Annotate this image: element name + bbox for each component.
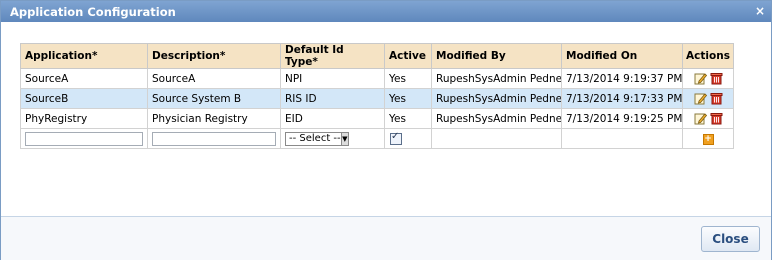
cell-modified-on: 7/13/2014 9:17:33 PM — [561, 88, 683, 109]
default-id-type-select[interactable]: -- Select -- ▼ — [285, 131, 349, 146]
cell-default-id-type: RIS ID — [280, 88, 385, 109]
delete-icon[interactable] — [710, 92, 723, 105]
close-icon[interactable]: × — [755, 4, 765, 18]
cell-actions — [682, 108, 734, 129]
table-row[interactable]: SourceA SourceA NPI Yes RupeshSysAdmin P… — [20, 68, 734, 89]
cell-application: PhyRegistry — [20, 108, 148, 129]
cell-modified-on: 7/13/2014 9:19:25 PM — [561, 108, 683, 129]
cell-description: Physician Registry — [147, 108, 281, 129]
application-input[interactable] — [25, 131, 143, 146]
cell-active: Yes — [384, 108, 432, 129]
cell-modified-by: RupeshSysAdmin Pednekar — [431, 68, 562, 89]
cell-default-id-type: NPI — [280, 68, 385, 89]
chevron-down-icon[interactable]: ▼ — [340, 132, 348, 145]
cell-modified-by: RupeshSysAdmin Pednekar — [431, 108, 562, 129]
cell-new-active — [384, 128, 432, 149]
description-input[interactable] — [152, 131, 276, 146]
cell-new-id-type: -- Select -- ▼ — [280, 128, 385, 149]
column-header-application[interactable]: Application* — [20, 43, 148, 69]
column-header-description[interactable]: Description* — [147, 43, 281, 69]
dialog-title: Application Configuration — [10, 5, 176, 19]
application-configuration-dialog: Application Configuration × Application*… — [0, 0, 772, 260]
cell-application: SourceB — [20, 88, 148, 109]
table-header-row: Application* Description* Default Id Typ… — [20, 43, 734, 69]
active-checkbox[interactable] — [390, 131, 402, 145]
delete-icon[interactable] — [710, 112, 723, 125]
cell-new-modified-by — [431, 128, 562, 149]
cell-actions — [682, 88, 734, 109]
cell-active: Yes — [384, 88, 432, 109]
cell-actions — [682, 68, 734, 89]
cell-new-actions: + — [682, 128, 734, 149]
cell-new-description — [147, 128, 281, 149]
edit-icon[interactable] — [694, 92, 707, 105]
delete-icon[interactable] — [710, 72, 723, 85]
add-icon[interactable]: + — [702, 134, 714, 145]
table-row[interactable]: SourceB Source System B RIS ID Yes Rupes… — [20, 88, 734, 109]
cell-active: Yes — [384, 68, 432, 89]
cell-modified-by: RupeshSysAdmin Pednekar — [431, 88, 562, 109]
close-button[interactable]: Close — [701, 226, 760, 252]
column-header-modified-on[interactable]: Modified On — [561, 43, 683, 69]
configuration-grid: Application* Description* Default Id Typ… — [20, 43, 734, 149]
cell-default-id-type: EID — [280, 108, 385, 129]
column-header-actions: Actions — [682, 43, 734, 69]
cell-new-modified-on — [561, 128, 683, 149]
select-value: -- Select -- — [289, 133, 341, 144]
column-header-default-id-type[interactable]: Default Id Type* — [280, 43, 385, 69]
cell-description: Source System B — [147, 88, 281, 109]
cell-application: SourceA — [20, 68, 148, 89]
cell-description: SourceA — [147, 68, 281, 89]
new-entry-row: -- Select -- ▼ + — [20, 128, 734, 149]
cell-new-application — [20, 128, 148, 149]
edit-icon[interactable] — [694, 72, 707, 85]
column-header-active[interactable]: Active — [384, 43, 432, 69]
table-row[interactable]: PhyRegistry Physician Registry EID Yes R… — [20, 108, 734, 129]
column-header-modified-by[interactable]: Modified By — [431, 43, 562, 69]
dialog-footer — [1, 216, 771, 260]
cell-modified-on: 7/13/2014 9:19:37 PM — [561, 68, 683, 89]
configuration-table: Application* Description* Default Id Typ… — [20, 43, 734, 149]
edit-icon[interactable] — [694, 112, 707, 125]
dialog-titlebar: Application Configuration × — [1, 1, 771, 22]
